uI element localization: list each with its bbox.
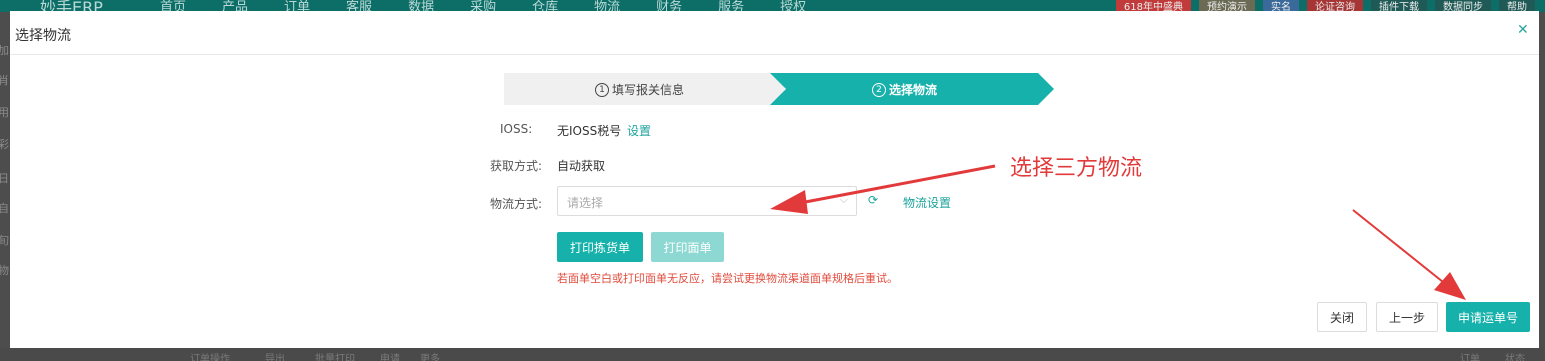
annotation-arrow-to-select [770,164,996,214]
annotation-arrows [770,164,1466,300]
annotation-arrow-to-apply [1352,209,1466,300]
